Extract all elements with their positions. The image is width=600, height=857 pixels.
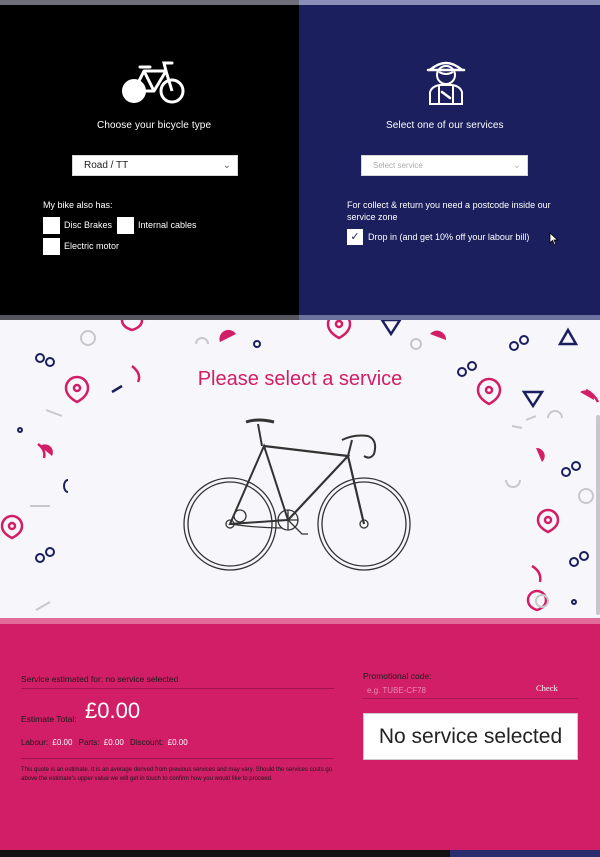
- bike-type-value: Road / TT: [84, 160, 129, 171]
- service-select[interactable]: Select service ⌄: [361, 155, 528, 176]
- parts-value: £0.00: [103, 738, 124, 747]
- discount-value: £0.00: [167, 738, 188, 747]
- mechanic-icon: [426, 61, 466, 105]
- chevron-down-icon: ⌄: [512, 160, 521, 171]
- bike-extras-label: My bike also has:: [43, 200, 113, 210]
- estimate-total-label: Estimate Total:: [21, 714, 77, 724]
- disc-brakes-label: Disc Brakes: [64, 220, 113, 230]
- bike-type-select[interactable]: Road / TT ⌄: [72, 155, 238, 176]
- internal-cables-label: Internal cables: [138, 220, 197, 230]
- internal-cables-checkbox[interactable]: [117, 217, 134, 234]
- electric-motor-checkbox[interactable]: [43, 238, 60, 255]
- service-preview-title: Please select a service: [197, 368, 403, 390]
- disc-brakes-checkbox[interactable]: [43, 217, 60, 234]
- service-estimated-for: Service estimated for: no service select…: [21, 674, 179, 684]
- check-icon: ✓: [350, 231, 360, 243]
- labour-label: Labour:: [21, 738, 49, 747]
- labour-value: £0.00: [52, 738, 73, 747]
- page-scrollbar[interactable]: [596, 415, 600, 615]
- cost-breakdown: Labour: £0.00 Parts: £0.00 Discount: £0.…: [21, 738, 192, 747]
- bike-type-title: Choose your bicycle type: [97, 120, 212, 131]
- collect-return-note: For collect & return you need a postcode…: [347, 200, 551, 222]
- service-title: Select one of our services: [386, 120, 504, 131]
- bicycle-icon: [122, 61, 185, 104]
- promo-code-input[interactable]: [363, 683, 538, 697]
- electric-motor-label: Electric motor: [64, 241, 120, 251]
- mouse-cursor-icon: [549, 232, 559, 246]
- drop-in-label: Drop in (and get 10% off your labour bil…: [368, 232, 530, 242]
- drop-in-checkbox[interactable]: ✓: [347, 229, 363, 245]
- selected-service-summary: No service selected: [363, 713, 578, 760]
- promo-underline: [363, 698, 578, 699]
- estimate-total-value: £0.00: [85, 698, 141, 723]
- chevron-down-icon: ⌄: [222, 160, 231, 171]
- check-promo-button[interactable]: Check: [536, 683, 558, 693]
- service-preview-section: Please select a service: [0, 320, 600, 618]
- footer-accent-bar: [450, 850, 600, 857]
- parts-label: Parts:: [78, 738, 100, 747]
- estimate-disclaimer: This quote is an estimate. It is an aver…: [21, 767, 333, 782]
- road-bike-illustration: [183, 418, 411, 571]
- divider: [21, 688, 334, 689]
- divider: [21, 758, 334, 759]
- service-select-placeholder: Select service: [373, 161, 423, 170]
- estimate-top-strip: [0, 618, 600, 624]
- discount-label: Discount:: [130, 738, 164, 747]
- promo-code-label: Promotional code:: [363, 671, 432, 681]
- estimate-section: Service estimated for: no service select…: [0, 618, 600, 857]
